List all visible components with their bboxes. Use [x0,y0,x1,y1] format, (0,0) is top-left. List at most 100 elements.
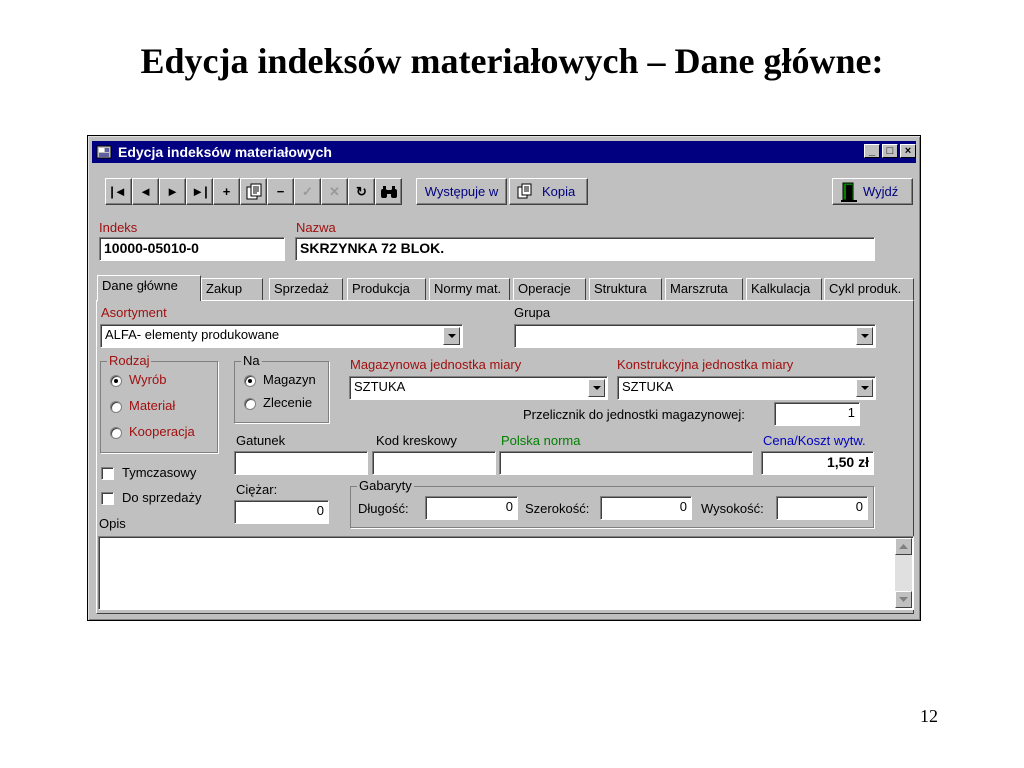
chevron-down-icon[interactable] [443,327,460,345]
na-zlecenie-label: Zlecenie [263,395,313,410]
ciezar-label: Ciężar: [236,482,278,497]
exit-label: Wyjdź [863,184,899,199]
tab-sprzedaz[interactable]: Sprzedaż [269,278,343,300]
last-record-button[interactable]: ►| [186,178,213,205]
wysokosc-label: Wysokość: [701,501,764,516]
na-zlecenie-radio[interactable] [244,398,256,410]
konstr-jm-select[interactable]: SZTUKA [617,376,876,400]
grupa-select[interactable] [514,324,876,348]
rodzaj-kooperacja-label: Kooperacja [129,424,195,439]
polska-norma-field[interactable] [499,451,753,475]
scroll-down-icon [899,597,908,602]
gabaryty-label: Gabaryty [357,478,414,493]
do-sprzedazy-checkbox[interactable] [101,492,114,505]
polska-norma-label: Polska norma [501,433,581,448]
tab-normy-mat[interactable]: Normy mat. [429,278,510,300]
next-record-button[interactable]: ► [159,178,186,205]
przelicznik-field[interactable]: 1 [774,402,860,426]
konstr-jm-label: Konstrukcyjna jednostka miary [617,357,794,372]
tymczasowy-label: Tymczasowy [122,465,197,480]
asortyment-label: Asortyment [101,305,167,320]
kod-kreskowy-field[interactable] [372,451,496,475]
wystepuje-w-button[interactable]: Występuje w [416,178,507,205]
indeks-field[interactable]: 10000-05010-0 [99,237,285,261]
minimize-button[interactable]: _ [864,144,880,158]
grupa-label: Grupa [514,305,551,320]
tab-struktura[interactable]: Struktura [589,278,662,300]
rodzaj-material-radio[interactable] [110,401,122,413]
tab-operacje[interactable]: Operacje [513,278,586,300]
asortyment-value: ALFA- elementy produkowane [105,327,280,342]
tab-dane-glowne[interactable]: Dane główne [97,275,201,301]
kopia-label: Kopia [542,184,576,199]
chevron-down-icon[interactable] [856,327,873,345]
asortyment-select[interactable]: ALFA- elementy produkowane [100,324,463,348]
edit-record-button[interactable] [240,178,267,205]
rodzaj-kooperacja-radio[interactable] [110,427,122,439]
na-label: Na [241,353,262,368]
confirm-button[interactable]: ✓ [294,178,321,205]
ciezar-field[interactable]: 0 [234,500,329,524]
mag-jm-value: SZTUKA [354,379,406,394]
na-magazyn-label: Magazyn [263,372,316,387]
do-sprzedazy-label: Do sprzedaży [122,490,202,505]
opis-field[interactable] [98,536,914,610]
dlugosc-field[interactable]: 0 [425,496,518,520]
rodzaj-label: Rodzaj [107,353,152,368]
add-icon: + [222,184,231,199]
na-group: Na Magazyn Zlecenie [234,353,329,423]
przelicznik-label: Przelicznik do jednostki magazynowej: [523,407,745,422]
kopia-button[interactable]: Kopia [509,178,588,205]
mag-jm-select[interactable]: SZTUKA [349,376,608,400]
cena-field[interactable]: 1,50 zł [761,451,874,475]
add-record-button[interactable]: + [213,178,240,205]
scroll-up-button[interactable] [895,538,912,555]
tab-cykl-produk[interactable]: Cykl produk. [824,278,914,300]
delete-record-button[interactable]: − [267,178,294,205]
confirm-icon: ✓ [302,184,313,199]
chevron-down-icon[interactable] [588,379,605,397]
last-record-icon: ►| [191,184,208,199]
cancel-icon: ✕ [329,184,340,199]
first-record-icon: |◄ [110,184,127,199]
chevron-down-icon[interactable] [856,379,873,397]
close-button[interactable]: × [900,144,916,158]
binoculars-icon [380,186,397,198]
first-record-button[interactable]: |◄ [105,178,132,205]
copy-icon [517,183,532,199]
cancel-button[interactable]: ✕ [321,178,348,205]
refresh-icon: ↻ [356,184,367,199]
na-magazyn-radio[interactable] [244,375,256,387]
exit-button[interactable]: Wyjdź [832,178,913,205]
cena-label: Cena/Koszt wytw. [763,433,866,448]
tymczasowy-checkbox[interactable] [101,467,114,480]
gatunek-label: Gatunek [236,433,286,448]
gatunek-field[interactable] [234,451,368,475]
rodzaj-wyrob-radio[interactable] [110,375,122,387]
search-button[interactable] [375,178,402,205]
tab-produkcja[interactable]: Produkcja [347,278,426,300]
maximize-button[interactable]: □ [882,144,898,158]
refresh-button[interactable]: ↻ [348,178,375,205]
tab-zakup[interactable]: Zakup [201,278,263,300]
nazwa-field[interactable]: SKRZYNKA 72 BLOK. [295,237,875,261]
delete-icon: − [276,184,285,199]
szerokosc-field[interactable]: 0 [600,496,692,520]
rodzaj-wyrob-label: Wyrób [129,372,167,387]
szerokosc-label: Szerokość: [525,501,590,516]
scroll-up-icon [899,544,908,549]
prev-record-button[interactable]: ◄ [132,178,159,205]
opis-scrollbar[interactable] [895,538,912,608]
next-record-icon: ► [166,184,179,199]
indeks-label: Indeks [99,220,138,235]
app-window: Edycja indeksów materiałowych _ □ × |◄ ◄… [87,135,921,621]
opis-label: Opis [99,516,126,531]
app-icon [96,145,112,159]
tab-marszruta[interactable]: Marszruta [665,278,743,300]
scroll-down-button[interactable] [895,591,912,608]
prev-record-icon: ◄ [139,184,152,199]
wysokosc-field[interactable]: 0 [776,496,868,520]
edit-icon [246,183,261,200]
gabaryty-group: Gabaryty Długość: 0 Szerokość: 0 Wysokoś… [350,478,874,528]
tab-kalkulacja[interactable]: Kalkulacja [746,278,822,300]
